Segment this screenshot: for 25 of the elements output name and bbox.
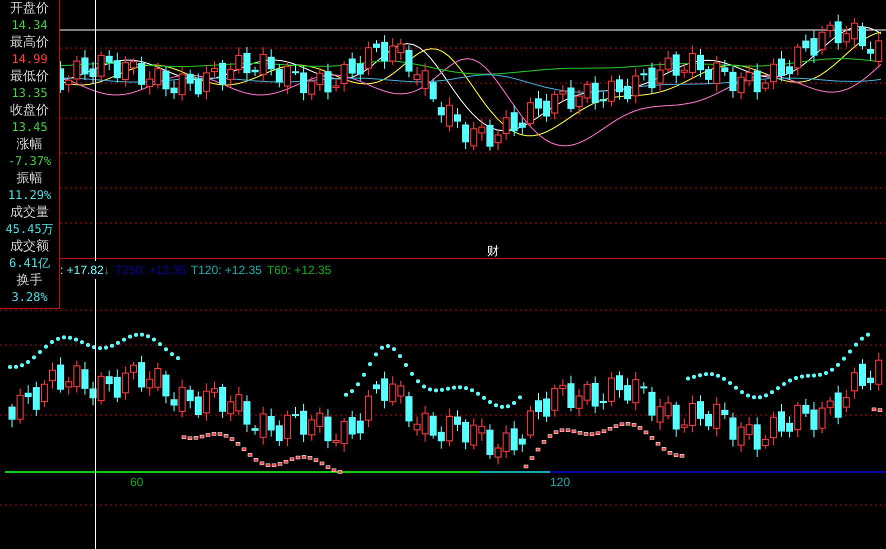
field-value: -7.37%	[8, 153, 52, 170]
field-value: 45.45万	[5, 221, 54, 238]
field-value: 13.35	[11, 85, 48, 102]
indicator-value: T60: +12.35	[266, 262, 332, 279]
baseline-label: 60	[130, 474, 144, 491]
baseline-label: 120	[550, 474, 570, 491]
field-label: 成交额	[10, 238, 49, 255]
field-label: 开盘价	[10, 0, 49, 17]
field-value: 3.28%	[11, 289, 48, 306]
indicator-value: T120: +12.35	[190, 262, 262, 279]
field-value: 13.45	[11, 119, 48, 136]
event-marker: 财	[487, 243, 499, 260]
field-label: 换手	[16, 272, 42, 289]
field-label: 振幅	[16, 170, 42, 187]
field-value: 14.99	[11, 51, 48, 68]
field-label: 最高价	[10, 34, 49, 51]
field-value: 11.29%	[8, 187, 52, 204]
indicator-value: T250: +12.35	[114, 262, 186, 279]
indicator-value: : +17.82↓	[60, 262, 110, 279]
field-value: 6.41亿	[9, 255, 50, 272]
field-label: 成交量	[10, 204, 49, 221]
field-label: 最低价	[10, 68, 49, 85]
field-label: 收盘价	[10, 102, 49, 119]
field-value: 14.34	[11, 17, 48, 34]
field-label: 涨幅	[16, 136, 42, 153]
